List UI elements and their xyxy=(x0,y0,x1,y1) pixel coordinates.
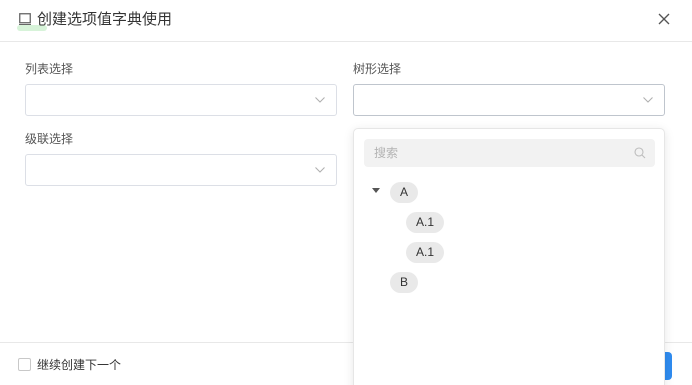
list-select-label: 列表选择 xyxy=(25,62,74,76)
tree-node-a1[interactable]: A.1 xyxy=(406,242,445,263)
tree-search-input[interactable] xyxy=(374,144,624,162)
create-dialog: 创建选项值字典使用 列表选择 树形选择 级联选择 继续创建下一个 搜索 A A.… xyxy=(0,0,692,385)
expand-caret-icon[interactable] xyxy=(372,188,380,193)
continue-label[interactable]: 继续创建下一个 xyxy=(37,357,121,373)
tree-select[interactable] xyxy=(353,84,665,116)
tree-select-label: 树形选择 xyxy=(353,62,402,76)
square-icon xyxy=(19,13,31,25)
chevron-down-icon xyxy=(643,97,653,103)
tree-search xyxy=(364,139,655,167)
tree-node-a1[interactable]: A.1 xyxy=(406,212,445,233)
search-icon xyxy=(634,147,646,159)
list-select[interactable] xyxy=(25,84,337,116)
tree-dropdown: A A.1 A.1 B xyxy=(353,128,665,385)
dialog-header: 创建选项值字典使用 xyxy=(0,0,692,42)
chevron-down-icon xyxy=(315,167,325,173)
tree-node-a[interactable]: A xyxy=(390,182,419,203)
dialog-title: 创建选项值字典使用 xyxy=(37,10,173,28)
close-icon[interactable] xyxy=(657,12,671,26)
continue-checkbox[interactable] xyxy=(18,358,31,371)
cascader-select-label: 级联选择 xyxy=(25,132,74,146)
tree-node-b[interactable]: B xyxy=(390,272,419,293)
chevron-down-icon xyxy=(315,97,325,103)
cascader-select[interactable] xyxy=(25,154,337,186)
